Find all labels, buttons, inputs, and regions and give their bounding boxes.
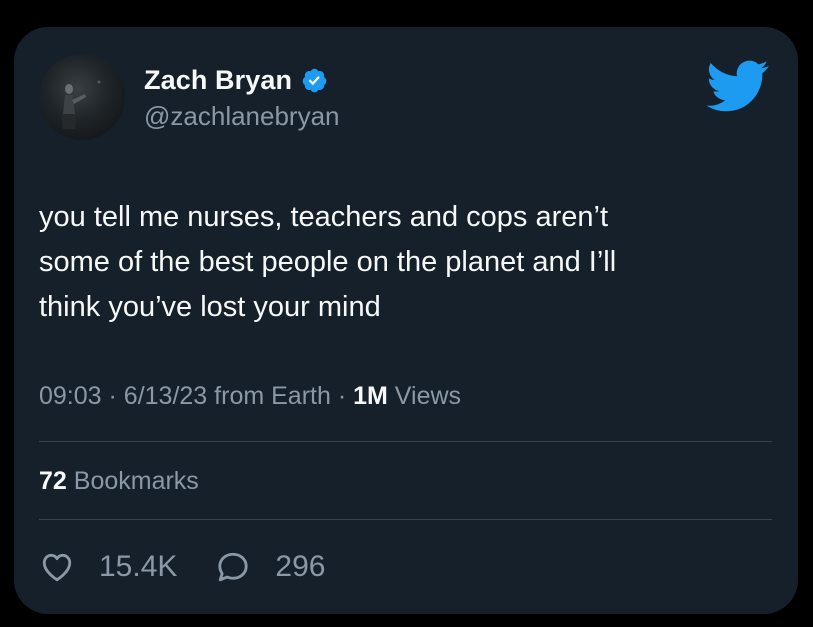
bookmarks-count: 72 [39, 467, 67, 495]
user-handle[interactable]: @zachlanebryan [144, 101, 340, 132]
bookmarks-stat[interactable]: 72 Bookmarks [39, 467, 199, 496]
divider [39, 519, 772, 520]
bookmarks-label: Bookmarks [73, 467, 199, 495]
tweet-text-line: think you’ve lost your mind [39, 291, 381, 323]
tweet-meta: 09:03 · 6/13/23 from Earth · 1M Views [39, 382, 461, 411]
like-button[interactable]: 15.4K [39, 549, 177, 585]
tweet-text: you tell me nurses, teachers and cops ar… [39, 195, 779, 330]
verified-badge-icon [301, 67, 328, 94]
action-bar: 15.4K 296 [39, 542, 325, 592]
tweet-card: Zach Bryan @zachlanebryan you tell me nu… [14, 27, 798, 614]
reply-count: 296 [275, 550, 326, 583]
divider [39, 441, 772, 442]
tweet-text-line: some of the best people on the planet an… [39, 246, 617, 278]
like-count: 15.4K [99, 550, 178, 583]
tweet-date[interactable]: 6/13/23 [124, 382, 207, 410]
views-label: Views [394, 382, 462, 410]
twitter-bird-icon [705, 60, 770, 113]
user-display-name[interactable]: Zach Bryan [144, 65, 292, 96]
user-name-row: Zach Bryan [144, 63, 328, 97]
speech-bubble-icon [218, 552, 249, 582]
reply-button[interactable]: 296 [215, 549, 325, 585]
heart-icon [42, 553, 72, 582]
avatar-photo [61, 80, 101, 129]
views-count: 1M [353, 382, 388, 410]
meta-separator: · [108, 382, 117, 410]
tweet-source: from Earth [214, 382, 331, 410]
tweet-text-line: you tell me nurses, teachers and cops ar… [39, 201, 609, 233]
meta-separator: · [337, 382, 347, 410]
tweet-time[interactable]: 09:03 [39, 382, 102, 410]
avatar[interactable] [39, 54, 125, 140]
